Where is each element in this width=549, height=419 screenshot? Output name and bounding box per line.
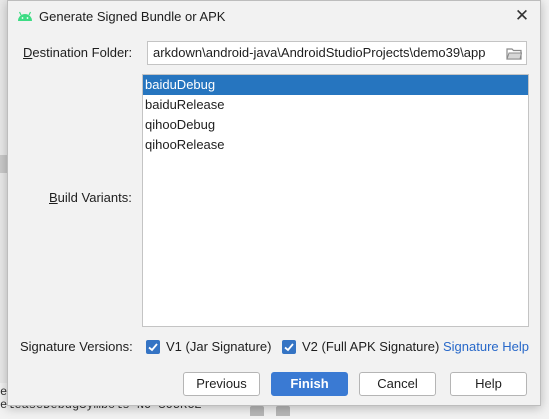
dialog-titlebar: Generate Signed Bundle or APK ✕ <box>8 1 540 33</box>
help-button[interactable]: Help <box>450 372 527 396</box>
build-variants-list[interactable]: baiduDebug baiduRelease qihooDebug qihooRel… <box>142 74 529 327</box>
folder-icon[interactable] <box>506 47 522 60</box>
signature-versions-label: Signature Versions: <box>20 339 133 354</box>
mnemonic: D <box>23 45 33 60</box>
mnemonic: B <box>49 190 58 205</box>
tool-icon <box>276 406 290 416</box>
v1-signature-checkbox[interactable] <box>146 340 160 354</box>
variant-item[interactable]: baiduDebug <box>143 75 528 95</box>
destination-folder-label: Destination Folder: <box>23 45 132 60</box>
build-variants-label: Build Variants: <box>49 190 132 205</box>
v2-signature-label[interactable]: V2 (Full APK Signature) <box>302 339 439 354</box>
variant-item[interactable]: qihooDebug <box>143 115 528 135</box>
variant-item[interactable]: baiduRelease <box>143 95 528 115</box>
previous-button[interactable]: Previous <box>183 372 260 396</box>
check-icon <box>148 343 158 352</box>
check-icon <box>284 343 294 352</box>
close-button[interactable]: ✕ <box>510 5 534 27</box>
variant-item[interactable]: qihooRelease <box>143 135 528 155</box>
label-text: estination Folder: <box>32 45 133 60</box>
android-icon <box>18 11 32 21</box>
dialog-title: Generate Signed Bundle or APK <box>39 9 226 24</box>
cancel-button[interactable]: Cancel <box>359 372 436 396</box>
signature-help-link[interactable]: Signature Help <box>443 339 529 354</box>
label-text: uild Variants: <box>57 190 132 205</box>
destination-folder-field[interactable]: arkdown\android-java\AndroidStudioProjec… <box>147 41 527 65</box>
v2-signature-checkbox[interactable] <box>282 340 296 354</box>
destination-folder-value[interactable]: arkdown\android-java\AndroidStudioProjec… <box>153 45 503 60</box>
generate-signed-bundle-dialog: Generate Signed Bundle or APK ✕ Destinat… <box>7 0 541 406</box>
v1-signature-label[interactable]: V1 (Jar Signature) <box>166 339 272 354</box>
tool-icon <box>250 406 264 416</box>
finish-button[interactable]: Finish <box>271 372 348 396</box>
